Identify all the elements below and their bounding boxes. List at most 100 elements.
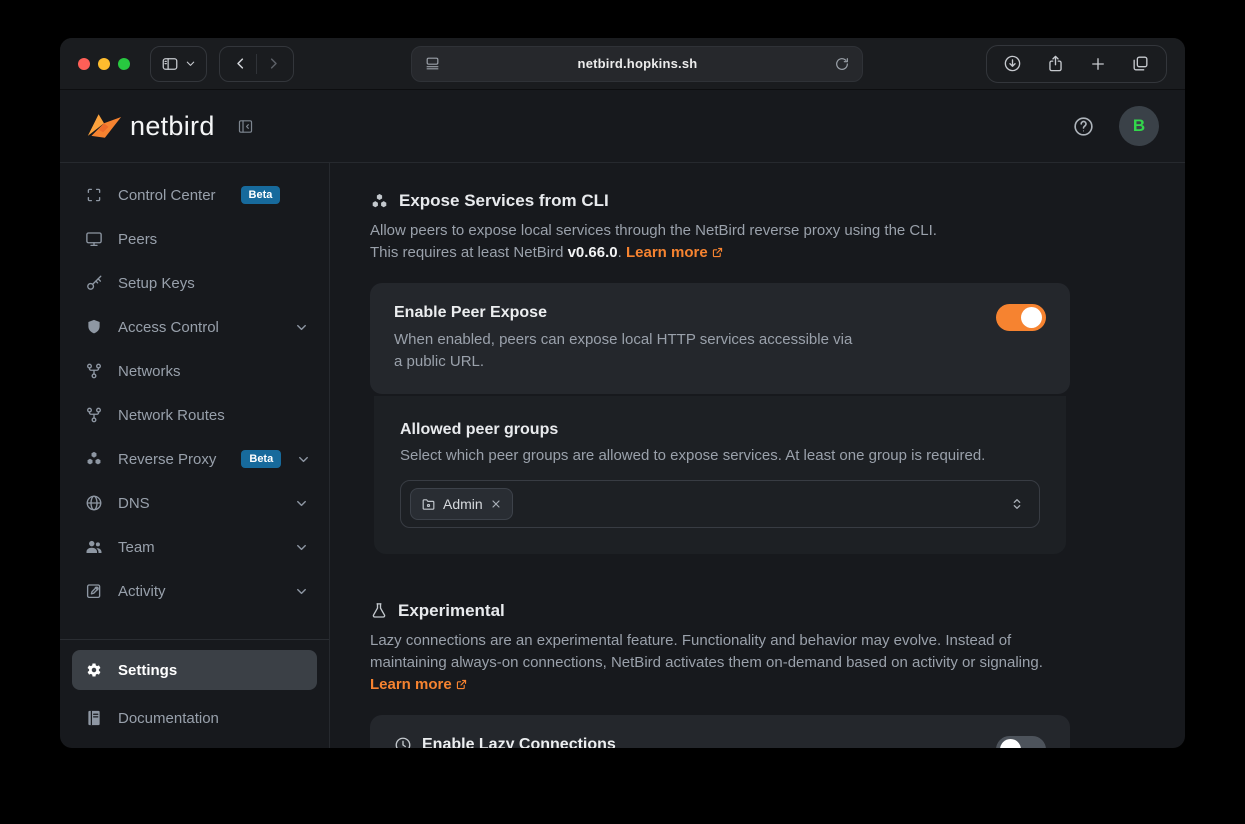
sidebar-item-label: Control Center xyxy=(118,187,216,204)
panel-collapse-icon[interactable] xyxy=(237,118,254,135)
close-window-button[interactable] xyxy=(78,58,90,70)
networks-icon xyxy=(85,362,103,380)
toggle-knob xyxy=(1000,739,1021,748)
sidebar-item-team[interactable]: Team xyxy=(60,525,329,569)
period-text: . xyxy=(618,244,626,261)
toggle-knob xyxy=(1021,307,1042,328)
sidebar-item-label: DNS xyxy=(118,495,150,512)
logo-text: netbird xyxy=(130,111,215,142)
documentation-icon xyxy=(85,709,103,727)
sidebar-item-control-center[interactable]: Control Center Beta xyxy=(60,173,329,217)
folder-icon xyxy=(421,497,436,512)
card-description: When enabled, peers can expose local HTT… xyxy=(394,329,854,373)
card-title: Enable Lazy Connections xyxy=(422,736,616,748)
flask-icon xyxy=(370,602,388,620)
chevron-down-icon xyxy=(294,584,309,599)
sidebar-item-label: Network Routes xyxy=(118,407,225,424)
enable-peer-expose-card: Enable Peer Expose When enabled, peers c… xyxy=(370,283,1070,394)
url-text[interactable]: netbird.hopkins.sh xyxy=(441,56,834,71)
settings-icon xyxy=(85,661,103,679)
sidebar: Control Center Beta Peers Setup Keys xyxy=(60,163,330,748)
share-icon[interactable] xyxy=(1046,54,1065,73)
reader-icon[interactable] xyxy=(424,55,441,72)
access-control-icon xyxy=(85,318,103,336)
sidebar-item-label: Setup Keys xyxy=(118,275,195,292)
learn-more-link[interactable]: Learn more xyxy=(626,244,724,261)
network-routes-icon xyxy=(85,406,103,424)
sidebar-footer: Settings Documentation xyxy=(60,629,329,748)
sidebar-item-networks[interactable]: Networks xyxy=(60,349,329,393)
forward-button[interactable] xyxy=(257,50,289,78)
main-content: Expose Services from CLI Allow peers to … xyxy=(330,163,1185,748)
sidebar-item-dns[interactable]: DNS xyxy=(60,481,329,525)
sidebar-item-peers[interactable]: Peers xyxy=(60,217,329,261)
back-button[interactable] xyxy=(224,50,256,78)
enable-peer-expose-toggle[interactable] xyxy=(996,304,1046,331)
activity-icon xyxy=(85,582,103,600)
chevron-down-icon xyxy=(294,540,309,555)
clock-icon xyxy=(394,736,412,748)
learn-more-label: Learn more xyxy=(626,244,708,261)
sidebar-item-access-control[interactable]: Access Control xyxy=(60,305,329,349)
version-text: v0.66.0 xyxy=(568,244,618,261)
avatar[interactable]: B xyxy=(1119,106,1159,146)
tabs-overview-icon[interactable] xyxy=(1131,54,1150,73)
reverse-proxy-icon xyxy=(85,450,103,468)
group-tag-admin: Admin xyxy=(410,488,513,520)
requires-text: This requires at least NetBird xyxy=(370,244,568,261)
cluster-icon xyxy=(370,192,389,211)
external-link-icon xyxy=(711,246,724,259)
sidebar-item-settings[interactable]: Settings xyxy=(72,650,317,690)
sidebar-item-activity[interactable]: Activity xyxy=(60,569,329,613)
help-icon[interactable] xyxy=(1072,115,1095,138)
sidebar-item-setup-keys[interactable]: Setup Keys xyxy=(60,261,329,305)
sidebar-item-documentation[interactable]: Documentation xyxy=(60,696,329,740)
zoom-window-button[interactable] xyxy=(118,58,130,70)
nav-buttons xyxy=(219,46,294,82)
downloads-icon[interactable] xyxy=(1003,54,1022,73)
chevron-down-icon xyxy=(296,452,311,467)
traffic-lights xyxy=(78,58,130,70)
browser-action-buttons xyxy=(986,45,1167,83)
chevron-down-icon xyxy=(185,58,196,69)
avatar-letter: B xyxy=(1133,116,1145,136)
description-text: Lazy connections are an experimental fea… xyxy=(370,632,1043,671)
learn-more-link[interactable]: Learn more xyxy=(370,676,468,693)
team-icon xyxy=(85,538,103,556)
app-header: netbird B xyxy=(60,90,1185,163)
expose-section-description: Allow peers to expose local services thr… xyxy=(370,220,1070,264)
external-link-icon xyxy=(455,678,468,691)
sidebar-item-label: Networks xyxy=(118,363,181,380)
group-tag-label: Admin xyxy=(443,496,483,512)
sidebar-item-label: Activity xyxy=(118,583,166,600)
chevron-down-icon xyxy=(294,320,309,335)
sidebar-item-label: Team xyxy=(118,539,155,556)
reload-icon[interactable] xyxy=(834,56,850,72)
minimize-window-button[interactable] xyxy=(98,58,110,70)
chevron-down-icon xyxy=(294,496,309,511)
allowed-peer-groups-panel: Allowed peer groups Select which peer gr… xyxy=(374,396,1066,554)
chevrons-up-down-icon xyxy=(1009,496,1025,512)
section-title: Experimental xyxy=(398,601,505,621)
control-center-icon xyxy=(85,186,103,204)
sidebar-item-label: Documentation xyxy=(118,710,219,727)
address-bar[interactable]: netbird.hopkins.sh xyxy=(411,46,863,82)
remove-group-icon[interactable] xyxy=(490,498,502,510)
description-line1: Allow peers to expose local services thr… xyxy=(370,222,937,239)
allowed-peer-groups-description: Select which peer groups are allowed to … xyxy=(400,447,1040,464)
sidebar-item-label: Reverse Proxy xyxy=(118,451,216,468)
beta-badge: Beta xyxy=(241,450,281,468)
enable-lazy-connections-toggle[interactable] xyxy=(996,736,1046,748)
browser-sidebar-toggle[interactable] xyxy=(150,46,207,82)
peer-groups-select[interactable]: Admin xyxy=(400,480,1040,528)
expose-section-heading: Expose Services from CLI xyxy=(370,191,1070,211)
sidebar-divider xyxy=(60,639,329,640)
netbird-bird-icon xyxy=(86,111,122,141)
netbird-logo[interactable]: netbird xyxy=(86,111,254,142)
sidebar-item-network-routes[interactable]: Network Routes xyxy=(60,393,329,437)
new-tab-icon[interactable] xyxy=(1089,55,1107,73)
sidebar-item-reverse-proxy[interactable]: Reverse Proxy Beta xyxy=(60,437,329,481)
peers-icon xyxy=(85,230,103,248)
setup-keys-icon xyxy=(85,274,103,292)
sidebar-item-label: Peers xyxy=(118,231,157,248)
